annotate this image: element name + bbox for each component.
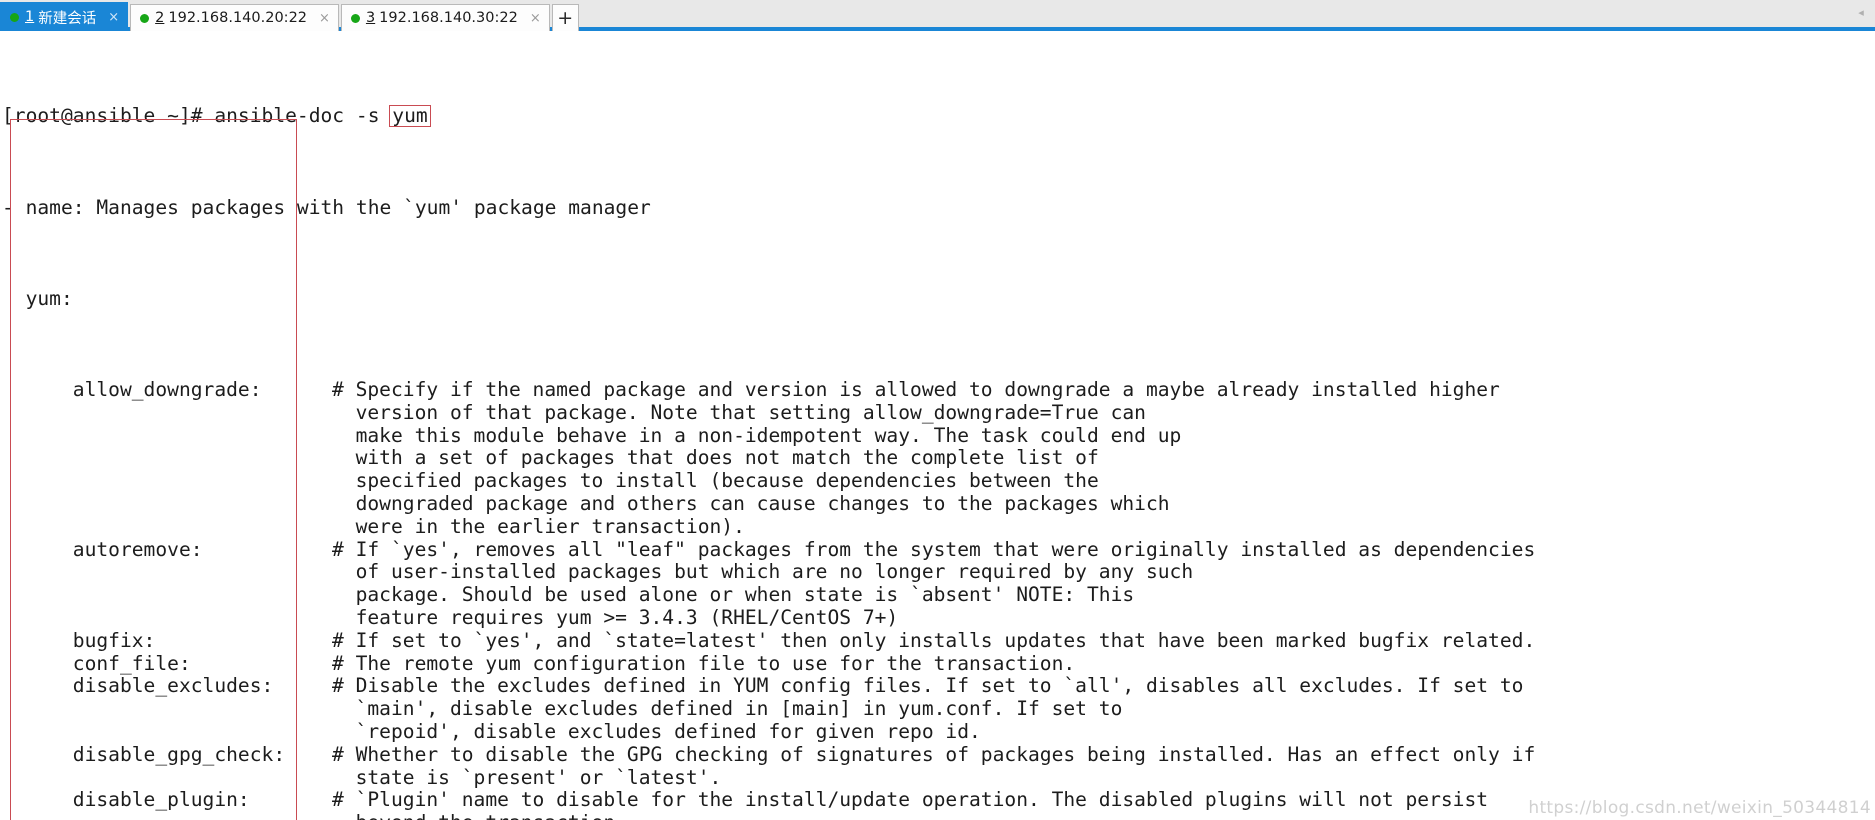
parameter-description-line: `repoid', disable excludes defined for g… bbox=[332, 719, 981, 743]
parameter-description-line: specified packages to install (because d… bbox=[332, 469, 1099, 493]
parameter-description-line: # Disable the excludes defined in YUM co… bbox=[332, 674, 1524, 698]
tab-index-label: 2 bbox=[155, 10, 165, 26]
doc-parameter-row: disable_excludes: # Disable the excludes … bbox=[2, 675, 1875, 743]
tab-1[interactable]: 1 新建会话 × bbox=[0, 2, 129, 31]
parameter-description-line: # If `yes', removes all "leaf" packages … bbox=[332, 537, 1536, 561]
doc-parameter-row: bugfix: # If set to `yes', and `state=lat… bbox=[2, 628, 1875, 653]
tab-title-label: 192.168.140.20:22 bbox=[168, 10, 308, 26]
parameter-description-line: with a set of packages that does not mat… bbox=[332, 446, 1099, 470]
tab-close-icon[interactable]: × bbox=[108, 11, 119, 24]
doc-parameter-row: allow_downgrade: # Specify if the named p… bbox=[2, 377, 1875, 539]
tab-index-label: 1 bbox=[25, 9, 35, 25]
tab-close-icon[interactable]: × bbox=[530, 12, 541, 25]
parameter-name: disable_plugin: bbox=[2, 788, 250, 812]
parameter-name: autoremove: bbox=[2, 537, 203, 561]
parameter-description-line: version of that package. Note that setti… bbox=[332, 400, 1146, 424]
doc-parameter-list: allow_downgrade: # Specify if the named p… bbox=[2, 377, 1875, 820]
parameter-name: disable_gpg_check: bbox=[2, 742, 286, 766]
parameter-name: bugfix: bbox=[2, 628, 156, 652]
parameter-description: # If `yes', removes all "leaf" packages … bbox=[332, 537, 1875, 630]
parameter-description: # Whether to disable the GPG checking of… bbox=[332, 742, 1875, 790]
tab-2[interactable]: 2 192.168.140.20:22 × bbox=[130, 4, 339, 31]
chevron-left-icon[interactable]: ◂ bbox=[1853, 4, 1869, 20]
parameter-description-line: state is `present' or `latest'. bbox=[332, 765, 722, 789]
tab-title-label: 新建会话 bbox=[38, 10, 97, 27]
tab-close-icon[interactable]: × bbox=[319, 12, 330, 25]
parameter-name: disable_excludes: bbox=[2, 674, 274, 698]
parameter-description: # The remote yum configuration file to u… bbox=[332, 651, 1875, 676]
parameter-description-line: make this module behave in a non-idempot… bbox=[332, 423, 1182, 447]
doc-parameter-row: conf_file: # The remote yum configuration… bbox=[2, 651, 1875, 676]
parameter-name: conf_file: bbox=[2, 651, 191, 675]
module-name-line: - name: Manages packages with the `yum' … bbox=[2, 195, 651, 219]
parameter-description-line: feature requires yum >= 3.4.3 (RHEL/Cent… bbox=[332, 605, 899, 629]
new-tab-button[interactable]: + bbox=[551, 4, 579, 31]
parameter-description-line: were in the earlier transaction). bbox=[332, 514, 745, 538]
parameter-description-line: # If set to `yes', and `state=latest' th… bbox=[332, 628, 1536, 652]
watermark: https://blog.csdn.net/weixin_50344814 bbox=[1528, 798, 1871, 818]
tab-bar-filler bbox=[579, 4, 1875, 31]
doc-parameter-row: autoremove: # If `yes', removes all "leaf… bbox=[2, 537, 1875, 630]
parameter-description: # Disable the excludes defined in YUM co… bbox=[332, 675, 1875, 743]
tab-index-label: 3 bbox=[365, 10, 376, 26]
parameter-description-line: package. Should be used alone or when st… bbox=[332, 583, 1135, 607]
tab-title-label: 192.168.140.30:22 bbox=[379, 10, 518, 26]
parameter-name: allow_downgrade: bbox=[2, 377, 262, 401]
parameter-description: # If set to `yes', and `state=latest' th… bbox=[332, 628, 1875, 653]
parameter-description-line: of user-installed packages but which are… bbox=[332, 560, 1194, 584]
parameter-description-line: downgraded package and others can cause … bbox=[332, 491, 1170, 515]
parameter-description-line: # The remote yum configuration file to u… bbox=[332, 651, 1076, 675]
parameter-description-line: # Whether to disable the GPG checking of… bbox=[332, 742, 1536, 766]
doc-parameter-row: disable_gpg_check: # Whether to disable t… bbox=[2, 742, 1875, 790]
prompt-line: [root@ansible ~]# ansible-doc -s yum bbox=[2, 104, 1875, 128]
shell-prompt: [root@ansible ~]# ansible-doc -s bbox=[2, 104, 392, 128]
tab-status-dot-icon bbox=[350, 13, 360, 23]
parameter-description-line: `main', disable excludes defined in [mai… bbox=[332, 697, 1123, 721]
terminal-window: 1 新建会话 × 2 192.168.140.20:22 × 3 192.168.140… bbox=[0, 0, 1875, 820]
parameter-description-line: # Specify if the named package and versi… bbox=[332, 377, 1500, 401]
highlighted-command: yum bbox=[389, 105, 431, 128]
terminal-output[interactable]: [root@ansible ~]# ansible-doc -s yum - n… bbox=[0, 31, 1875, 820]
tab-bar: 1 新建会话 × 2 192.168.140.20:22 × 3 192.168.140… bbox=[0, 0, 1875, 31]
tab-3[interactable]: 3 192.168.140.30:22 × bbox=[340, 4, 550, 31]
module-key-line: yum: bbox=[2, 286, 73, 310]
tab-status-dot-icon bbox=[140, 13, 150, 23]
tab-status-dot-icon bbox=[10, 12, 19, 22]
parameter-description: # Specify if the named package and versi… bbox=[332, 377, 1875, 539]
